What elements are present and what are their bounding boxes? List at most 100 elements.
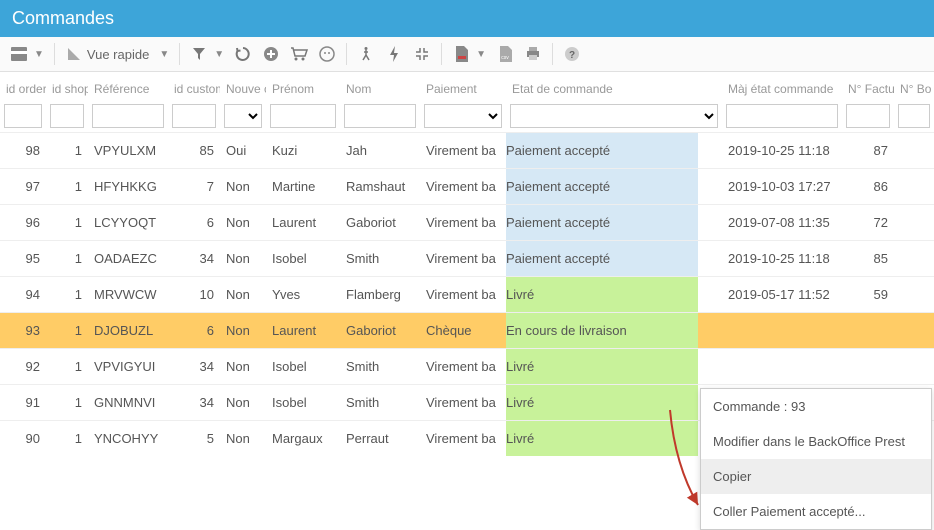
bolt-icon[interactable] xyxy=(385,45,403,63)
col-id-shop[interactable]: id shop xyxy=(46,72,88,100)
cell-id-shop: 1 xyxy=(46,205,88,241)
cell-date-upd xyxy=(722,313,842,349)
help-icon[interactable]: ? xyxy=(563,45,581,63)
cell-lastname: Flamberg xyxy=(340,277,420,313)
cell-new-client: Non xyxy=(220,421,266,457)
cell-date-upd: 2019-10-25 11:18 xyxy=(722,133,842,169)
table-row[interactable]: 921VPVIGYUI34NonIsobelSmithVirement baLi… xyxy=(0,349,934,385)
cell-lastname: Perraut xyxy=(340,421,420,457)
cell-id-customer: 10 xyxy=(168,277,220,313)
cell-payment: Chèque xyxy=(420,313,506,349)
cell-firstname: Isobel xyxy=(266,385,340,421)
table-row[interactable]: 971HFYHKKG7NonMartineRamshautVirement ba… xyxy=(0,169,934,205)
cell-delivery xyxy=(894,313,934,349)
cell-id-order: 97 xyxy=(0,169,46,205)
cell-delivery xyxy=(894,241,934,277)
walk-icon[interactable] xyxy=(357,45,375,63)
filter-payment[interactable] xyxy=(424,104,502,128)
filter-delivery[interactable] xyxy=(898,104,930,128)
cell-invoice: 87 xyxy=(842,133,894,169)
filter-id-order[interactable] xyxy=(4,104,42,128)
cell-delivery xyxy=(894,133,934,169)
filter-reference[interactable] xyxy=(92,104,164,128)
cell-id-customer: 34 xyxy=(168,385,220,421)
caret-icon[interactable]: ▼ xyxy=(214,49,224,60)
caret-icon[interactable]: ▼ xyxy=(34,49,44,60)
filter-firstname[interactable] xyxy=(270,104,336,128)
cell-id-customer: 7 xyxy=(168,169,220,205)
filter-id-customer[interactable] xyxy=(172,104,216,128)
caret-icon[interactable]: ▼ xyxy=(476,49,486,60)
col-payment[interactable]: Paiement xyxy=(420,72,506,100)
col-new-client[interactable]: Nouve client xyxy=(220,72,266,100)
table-row[interactable]: 961LCYYOQT6NonLaurentGaboriotVirement ba… xyxy=(0,205,934,241)
presta-icon[interactable] xyxy=(318,45,336,63)
cell-lastname: Ramshaut xyxy=(340,169,420,205)
filter-id-shop[interactable] xyxy=(50,104,84,128)
col-reference[interactable]: Référence xyxy=(88,72,168,100)
cell-payment: Virement ba xyxy=(420,205,506,241)
filter-invoice[interactable] xyxy=(846,104,890,128)
filter-state[interactable] xyxy=(510,104,718,128)
quickview-dropdown[interactable]: Vue rapide ▼ xyxy=(65,45,169,63)
cell-id-shop: 1 xyxy=(46,133,88,169)
cell-state: Livré xyxy=(506,385,698,421)
quickview-label: Vue rapide xyxy=(87,47,149,62)
cell-new-client: Non xyxy=(220,169,266,205)
cell-reference: YNCOHYY xyxy=(88,421,168,457)
cart-icon[interactable] xyxy=(290,45,308,63)
cell-id-shop: 1 xyxy=(46,241,88,277)
context-menu-item[interactable]: Commande : 93 xyxy=(701,389,931,424)
cell-firstname: Margaux xyxy=(266,421,340,457)
csv-icon[interactable]: csv xyxy=(496,45,514,63)
table-row[interactable]: 981VPYULXM85OuiKuziJahVirement baPaiemen… xyxy=(0,133,934,169)
col-delivery[interactable]: N° Bo liv. xyxy=(894,72,934,100)
col-invoice[interactable]: N° Facture xyxy=(842,72,894,100)
cell-payment: Virement ba xyxy=(420,133,506,169)
table-row[interactable]: 931DJOBUZL6NonLaurentGaboriotChèqueEn co… xyxy=(0,313,934,349)
cell-date-upd: 2019-10-03 17:27 xyxy=(722,169,842,205)
col-state[interactable]: Etat de commande xyxy=(506,72,698,100)
cell-id-shop: 1 xyxy=(46,349,88,385)
col-id-customer[interactable]: id custom xyxy=(168,72,220,100)
col-date-upd[interactable]: Màj état commande xyxy=(722,72,842,100)
refresh-icon[interactable] xyxy=(234,45,252,63)
compress-icon[interactable] xyxy=(413,45,431,63)
col-id-order[interactable]: id order xyxy=(0,72,46,100)
context-menu-item[interactable]: Modifier dans le BackOffice Prest xyxy=(701,424,931,459)
print-icon[interactable] xyxy=(524,45,542,63)
cell-reference: VPYULXM xyxy=(88,133,168,169)
pdf-icon[interactable] xyxy=(452,45,470,63)
funnel-icon[interactable] xyxy=(190,45,208,63)
filter-date-upd[interactable] xyxy=(726,104,838,128)
separator xyxy=(54,43,55,65)
toolbar: ▼ Vue rapide ▼ ▼ ▼ csv ? xyxy=(0,37,934,72)
table-header: id order id shop Référence id custom Nou… xyxy=(0,72,934,100)
cell-id-order: 91 xyxy=(0,385,46,421)
cell-state: Paiement accepté xyxy=(506,133,698,169)
cell-id-customer: 6 xyxy=(168,205,220,241)
cell-spacer xyxy=(698,313,722,349)
filter-lastname[interactable] xyxy=(344,104,416,128)
cell-date-upd: 2019-10-25 11:18 xyxy=(722,241,842,277)
cell-payment: Virement ba xyxy=(420,349,506,385)
cell-delivery xyxy=(894,205,934,241)
cell-new-client: Oui xyxy=(220,133,266,169)
cell-spacer xyxy=(698,133,722,169)
filter-new-client[interactable] xyxy=(224,104,262,128)
card-icon[interactable] xyxy=(10,45,28,63)
cell-state: Livré xyxy=(506,277,698,313)
add-icon[interactable] xyxy=(262,45,280,63)
cell-invoice: 86 xyxy=(842,169,894,205)
col-lastname[interactable]: Nom xyxy=(340,72,420,100)
table-row[interactable]: 951OADAEZC34NonIsobelSmithVirement baPai… xyxy=(0,241,934,277)
cell-new-client: Non xyxy=(220,241,266,277)
table-row[interactable]: 941MRVWCW10NonYvesFlambergVirement baLiv… xyxy=(0,277,934,313)
cell-new-client: Non xyxy=(220,277,266,313)
cell-payment: Virement ba xyxy=(420,169,506,205)
context-menu-item[interactable]: Copier xyxy=(701,459,931,494)
col-firstname[interactable]: Prénom xyxy=(266,72,340,100)
cell-state: Livré xyxy=(506,349,698,385)
caret-icon: ▼ xyxy=(159,49,169,60)
cell-lastname: Smith xyxy=(340,241,420,277)
